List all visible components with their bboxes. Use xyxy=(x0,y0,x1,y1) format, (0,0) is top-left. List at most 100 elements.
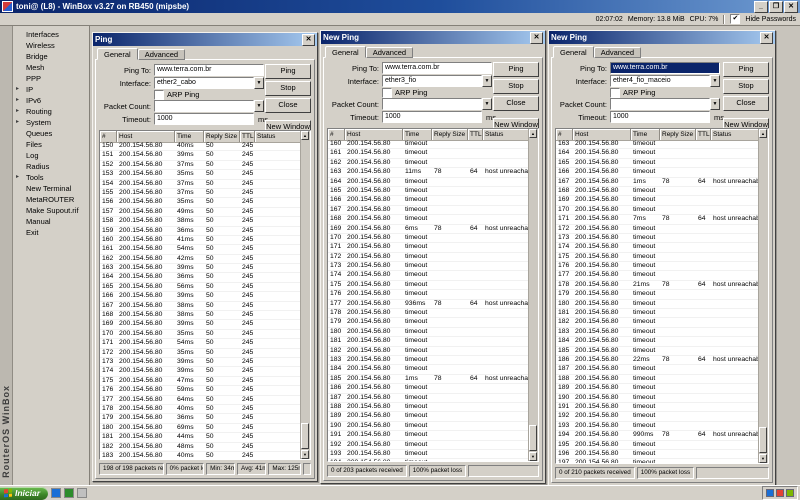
window-titlebar[interactable]: New Ping ✕ xyxy=(549,31,775,44)
table-row[interactable]: 152 200.154.56.80 37ms 50 245 xyxy=(100,161,301,171)
table-row[interactable]: 180 200.154.56.80 timeout xyxy=(556,300,759,310)
table-row[interactable]: 171 200.154.56.80 7ms 78 64 host unreachable xyxy=(556,215,759,225)
dropdown-arrow-icon[interactable]: ▼ xyxy=(254,77,264,89)
column-header-host[interactable]: Host xyxy=(345,129,403,140)
table-row[interactable]: 163 200.154.56.80 timeout xyxy=(556,140,759,150)
table-row[interactable]: 194200.154.56.80timeout xyxy=(328,459,529,461)
ping-button[interactable]: Ping xyxy=(493,62,539,77)
packet-count-select[interactable]: ▼ xyxy=(610,98,720,110)
sidebar-item-queues[interactable]: Queues xyxy=(13,128,89,139)
window-titlebar[interactable]: Ping ✕ xyxy=(93,33,317,46)
table-row[interactable]: 181 200.154.56.80 timeout xyxy=(328,337,529,347)
table-row[interactable]: 188 200.154.56.80 timeout xyxy=(556,375,759,385)
ping-to-input[interactable]: www.terra.com.br xyxy=(610,62,720,74)
column-header-reply-size[interactable]: Reply Size xyxy=(432,129,468,140)
sidebar-item-ipv6[interactable]: ▸ IPv6 xyxy=(13,95,89,106)
scrollbar-thumb[interactable] xyxy=(759,427,767,453)
hide-passwords-checkbox[interactable]: ✔ xyxy=(730,14,741,24)
column-header-host[interactable]: Host xyxy=(573,129,631,140)
tab-general[interactable]: General xyxy=(97,48,138,60)
table-row[interactable]: 178 200.154.56.80 21ms 78 64 host unreachable xyxy=(556,281,759,291)
timeout-input[interactable]: 1000 xyxy=(382,111,482,123)
table-row[interactable]: 168 200.154.56.80 38ms 50 245 xyxy=(100,311,301,321)
start-button[interactable]: Iniciar xyxy=(0,486,49,500)
sidebar-item-new-terminal[interactable]: New Terminal xyxy=(13,183,89,194)
column-header-time[interactable]: Time xyxy=(175,131,204,142)
table-row[interactable]: 183 200.154.56.80 40ms 50 245 xyxy=(100,452,301,459)
column-header-time[interactable]: Time xyxy=(631,129,660,140)
sidebar-item-log[interactable]: Log xyxy=(13,150,89,161)
table-row[interactable]: 154 200.154.56.80 37ms 50 245 xyxy=(100,180,301,189)
table-row[interactable]: 172 200.154.56.80 timeout xyxy=(328,253,529,263)
table-row[interactable]: 170 200.154.56.80 timeout xyxy=(328,234,529,244)
sidebar-item-radius[interactable]: Radius xyxy=(13,161,89,172)
table-row[interactable]: 150 200.154.56.80 40ms 50 245 xyxy=(100,142,301,152)
table-row[interactable]: 166 200.154.56.80 39ms 50 245 xyxy=(100,292,301,302)
dropdown-arrow-icon[interactable]: ▼ xyxy=(482,75,492,87)
arp-ping-checkbox[interactable] xyxy=(382,87,392,98)
scroll-down-icon[interactable]: ▼ xyxy=(759,454,767,463)
sidebar-item-system[interactable]: ▸ System xyxy=(13,117,89,128)
table-row[interactable]: 167 200.154.56.80 38ms 50 245 xyxy=(100,302,301,312)
table-row[interactable]: 194 200.154.56.80 990ms 78 64 host unreachabl… xyxy=(556,431,759,441)
tab-general[interactable]: General xyxy=(325,46,366,58)
close-button[interactable]: Close xyxy=(723,96,769,111)
scrollbar-thumb[interactable] xyxy=(529,425,537,451)
quicklaunch-icon-3[interactable] xyxy=(77,488,88,498)
quicklaunch-icon-2[interactable] xyxy=(64,488,75,498)
table-row[interactable]: 174 200.154.56.80 timeout xyxy=(556,243,759,253)
table-row[interactable]: 185 200.154.56.80 timeout xyxy=(556,347,759,356)
table-row[interactable]: 179 200.154.56.80 36ms 50 245 xyxy=(100,414,301,424)
table-row[interactable]: 173 200.154.56.80 39ms 50 245 xyxy=(100,358,301,368)
column-header-host[interactable]: Host xyxy=(117,131,175,142)
column-header-status[interactable]: Status xyxy=(483,129,529,140)
sidebar-item-ppp[interactable]: PPP xyxy=(13,73,89,84)
ping-window[interactable]: New Ping ✕ General Advanced Ping To: www.terr… xyxy=(548,30,776,486)
packet-count-select[interactable]: ▼ xyxy=(154,100,264,112)
table-row[interactable]: 176 200.154.56.80 timeout xyxy=(328,290,529,300)
table-row[interactable]: 179 200.154.56.80 timeout xyxy=(328,318,529,328)
dropdown-arrow-icon[interactable]: ▼ xyxy=(710,75,720,87)
table-row[interactable]: 185 200.154.56.80 1ms 78 64 host unreachable xyxy=(328,375,529,385)
dropdown-arrow-icon[interactable]: ▼ xyxy=(254,100,264,112)
table-row[interactable]: 168 200.154.56.80 timeout xyxy=(328,215,529,225)
column-header-ttl[interactable]: TTL xyxy=(468,129,483,140)
table-row[interactable]: 165 200.154.56.80 timeout xyxy=(556,159,759,169)
table-row[interactable]: 163 200.154.56.80 11ms 78 64 host unreachable xyxy=(328,168,529,178)
table-row[interactable]: 174 200.154.56.80 39ms 50 245 xyxy=(100,367,301,377)
table-row[interactable]: 169 200.154.56.80 6ms 78 64 host unreachable xyxy=(328,225,529,234)
table-row[interactable]: 192 200.154.56.80 timeout xyxy=(556,412,759,422)
table-row[interactable]: 182 200.154.56.80 timeout xyxy=(328,347,529,356)
interface-select[interactable]: ether2_cabo ▼ xyxy=(154,77,264,89)
column-header-reply-size[interactable]: Reply Size xyxy=(660,129,696,140)
scroll-down-icon[interactable]: ▼ xyxy=(301,450,309,459)
tab-advanced[interactable]: Advanced xyxy=(137,49,186,60)
sidebar-item-manual[interactable]: Manual xyxy=(13,216,89,227)
table-row[interactable]: 178 200.154.56.80 40ms 50 245 xyxy=(100,405,301,415)
table-row[interactable]: 183 200.154.56.80 timeout xyxy=(556,328,759,338)
table-row[interactable]: 153 200.154.56.80 35ms 50 245 xyxy=(100,170,301,180)
column-header--[interactable]: # xyxy=(100,131,117,142)
table-row[interactable]: 184 200.154.56.80 timeout xyxy=(556,337,759,347)
table-row[interactable]: 160 200.154.56.80 timeout xyxy=(328,140,529,150)
table-row[interactable]: 189 200.154.56.80 timeout xyxy=(328,412,529,422)
table-row[interactable]: 190 200.154.56.80 timeout xyxy=(556,394,759,403)
scroll-up-icon[interactable]: ▲ xyxy=(301,131,309,140)
table-row[interactable]: 175 200.154.56.80 timeout xyxy=(328,281,529,291)
table-row[interactable]: 182 200.154.56.80 48ms 50 245 xyxy=(100,443,301,452)
table-row[interactable]: 190 200.154.56.80 timeout xyxy=(328,422,529,432)
table-row[interactable]: 170 200.154.56.80 timeout xyxy=(556,206,759,216)
vertical-scrollbar[interactable]: ▲ ▼ xyxy=(300,131,310,459)
dropdown-arrow-icon[interactable]: ▼ xyxy=(482,98,492,110)
table-row[interactable]: 178 200.154.56.80 timeout xyxy=(328,309,529,319)
sidebar-item-wireless[interactable]: Wireless xyxy=(13,40,89,51)
interface-select[interactable]: ether4_fio_maceio ▼ xyxy=(610,75,720,87)
timeout-input[interactable]: 1000 xyxy=(610,111,710,123)
sidebar-item-ip[interactable]: ▸ IP xyxy=(13,84,89,95)
table-row[interactable]: 166 200.154.56.80 timeout xyxy=(328,196,529,206)
close-button[interactable]: Close xyxy=(493,96,539,111)
ping-button[interactable]: Ping xyxy=(723,62,769,77)
sidebar-item-metarouter[interactable]: MetaROUTER xyxy=(13,194,89,205)
table-row[interactable]: 193 200.154.56.80 timeout xyxy=(556,422,759,432)
table-row[interactable]: 165 200.154.56.80 56ms 50 245 xyxy=(100,283,301,293)
